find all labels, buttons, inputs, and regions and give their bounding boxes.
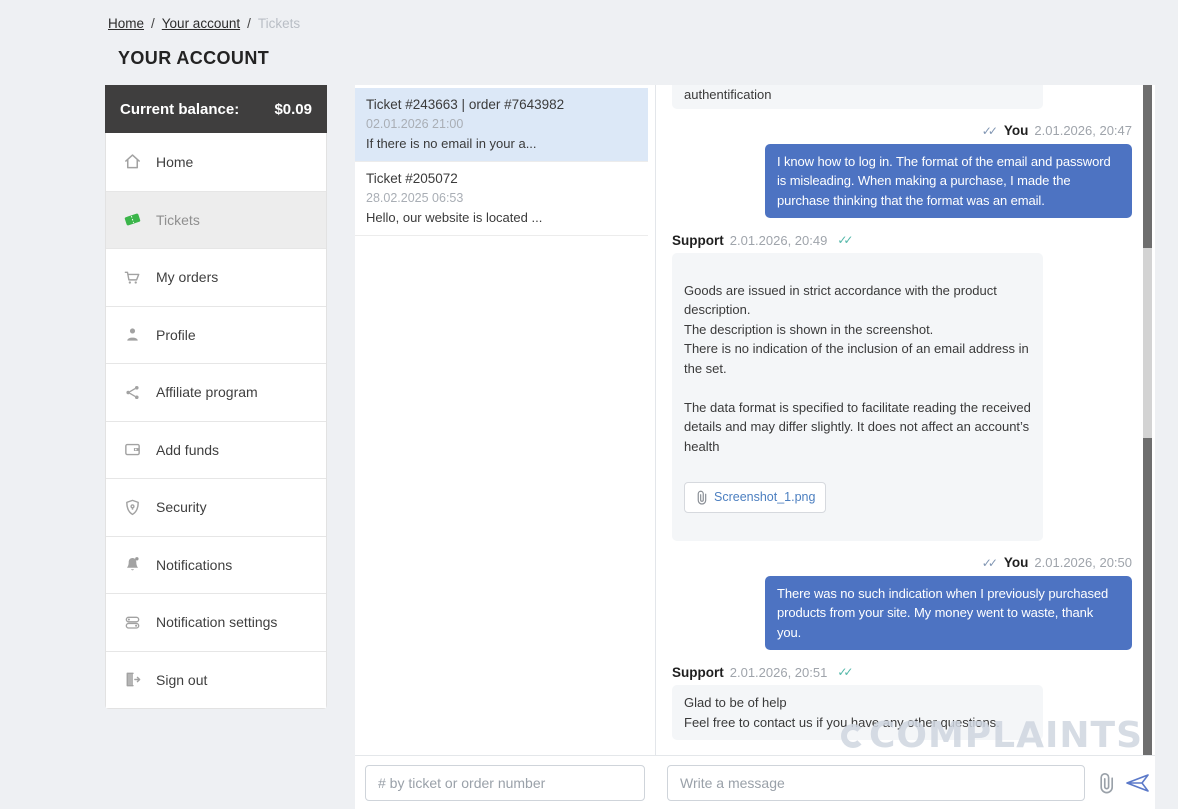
sidebar-item-label: Security xyxy=(156,499,207,515)
message-author: You xyxy=(1004,555,1029,570)
chat-scrollbar-thumb[interactable] xyxy=(1143,248,1152,438)
message-author: Support xyxy=(672,233,724,248)
sidebar-item-label: Notification settings xyxy=(156,614,277,630)
ticket-title: Ticket #205072 xyxy=(366,171,636,186)
balance-label: Current balance: xyxy=(120,101,239,118)
read-receipt-icon: ✓✓ xyxy=(982,124,998,138)
wallet-icon xyxy=(123,440,142,459)
sidebar-item-label: Notifications xyxy=(156,557,232,573)
your-account-page: Home / Your account / Tickets YOUR ACCOUNT C… xyxy=(0,0,1178,809)
breadcrumb: Home / Your account / Tickets xyxy=(108,16,300,31)
chat-message-you: There was no such indication when I prev… xyxy=(765,576,1132,651)
cart-icon xyxy=(123,268,142,287)
sidebar-item-label: Profile xyxy=(156,327,196,343)
sidebar-item-security[interactable]: Security xyxy=(106,478,326,536)
sidebar-item-add-funds[interactable]: Add funds xyxy=(106,421,326,479)
breadcrumb-current: Tickets xyxy=(258,16,300,31)
current-balance-header: Current balance: $0.09 xyxy=(105,85,327,133)
attachment-filename: Screenshot_1.png xyxy=(714,488,815,508)
ticket-search-input[interactable] xyxy=(365,765,645,801)
message-header-support: Support 2.01.2026, 20:49 ✓✓ xyxy=(672,230,1132,250)
ticket-snippet: If there is no email in your a... xyxy=(366,136,636,151)
sidebar-item-home[interactable]: Home xyxy=(106,133,326,191)
bottom-bar xyxy=(355,755,1155,809)
sidebar-item-label: Tickets xyxy=(156,212,200,228)
message-author: Support xyxy=(672,665,724,680)
user-icon xyxy=(123,325,142,344)
sidebar-menu: Home Tickets My orders Profile Affiliate… xyxy=(105,133,327,709)
bell-icon xyxy=(123,555,142,574)
shield-icon xyxy=(123,498,142,517)
sidebar-item-label: Add funds xyxy=(156,442,219,458)
message-author: You xyxy=(1004,123,1029,138)
message-time: 2.01.2026, 20:51 xyxy=(730,665,828,680)
send-message-button[interactable] xyxy=(1125,770,1151,796)
sidebar-item-label: My orders xyxy=(156,269,218,285)
breadcrumb-home-link[interactable]: Home xyxy=(108,16,144,31)
ticket-list-item[interactable]: Ticket #205072 28.02.2025 06:53 Hello, o… xyxy=(355,162,648,236)
read-receipt-icon: ✓✓ xyxy=(833,665,853,679)
message-header-you: ✓✓ You 2.01.2026, 20:50 xyxy=(672,553,1132,573)
ticket-date: 02.01.2026 21:00 xyxy=(366,117,636,131)
chat-message-support: Goods are issued in strict accordance wi… xyxy=(672,253,1043,541)
read-receipt-icon: ✓✓ xyxy=(982,556,998,570)
chat-message-support: Glad to be of help Feel free to contact … xyxy=(672,685,1043,740)
chat-message-you: I know how to log in. The format of the … xyxy=(765,144,1132,219)
message-text: Goods are issued in strict accordance wi… xyxy=(684,283,1031,454)
message-time: 2.01.2026, 20:47 xyxy=(1034,123,1132,138)
ticket-icon xyxy=(123,210,142,229)
attach-file-button[interactable] xyxy=(1093,770,1119,796)
message-header-you: ✓✓ You 2.01.2026, 20:47 xyxy=(672,121,1132,141)
ticket-title: Ticket #243663 | order #7643982 xyxy=(366,97,636,112)
breadcrumb-your-account-link[interactable]: Your account xyxy=(162,16,240,31)
page-title: YOUR ACCOUNT xyxy=(118,48,269,69)
ticket-date: 28.02.2025 06:53 xyxy=(366,191,636,205)
account-sidebar: Current balance: $0.09 Home Tickets My o… xyxy=(105,85,327,709)
ticket-snippet: Hello, our website is located ... xyxy=(366,210,636,225)
sign-out-icon xyxy=(123,670,142,689)
sidebar-item-notifications[interactable]: Notifications xyxy=(106,536,326,594)
paperclip-icon xyxy=(695,490,708,505)
sliders-icon xyxy=(123,613,142,632)
message-time: 2.01.2026, 20:49 xyxy=(730,233,828,248)
chat-message-support-partial: authentification xyxy=(672,85,1043,109)
sidebar-item-label: Home xyxy=(156,154,193,170)
sidebar-item-affiliate-program[interactable]: Affiliate program xyxy=(106,363,326,421)
share-icon xyxy=(123,383,142,402)
breadcrumb-separator: / xyxy=(247,16,251,31)
send-icon xyxy=(1125,772,1151,794)
sidebar-item-sign-out[interactable]: Sign out xyxy=(106,651,326,709)
attachment-link[interactable]: Screenshot_1.png xyxy=(684,482,826,514)
balance-value: $0.09 xyxy=(274,101,312,118)
sidebar-item-profile[interactable]: Profile xyxy=(106,306,326,364)
ticket-list: Ticket #243663 | order #7643982 02.01.20… xyxy=(355,85,655,755)
message-time: 2.01.2026, 20:50 xyxy=(1034,555,1132,570)
home-icon xyxy=(123,152,142,171)
sidebar-item-my-orders[interactable]: My orders xyxy=(106,248,326,306)
message-input[interactable] xyxy=(667,765,1085,801)
sidebar-item-notification-settings[interactable]: Notification settings xyxy=(106,593,326,651)
sidebar-item-label: Affiliate program xyxy=(156,384,258,400)
message-header-support: Support 2.01.2026, 20:51 ✓✓ xyxy=(672,662,1132,682)
chat-scrollbar[interactable] xyxy=(1143,85,1152,755)
chat-thread: authentification ✓✓ You 2.01.2026, 20:47… xyxy=(656,85,1155,755)
sidebar-item-tickets[interactable]: Tickets xyxy=(106,191,326,249)
ticket-list-item[interactable]: Ticket #243663 | order #7643982 02.01.20… xyxy=(355,88,648,162)
paperclip-icon xyxy=(1096,772,1116,794)
sidebar-item-label: Sign out xyxy=(156,672,207,688)
breadcrumb-separator: / xyxy=(151,16,155,31)
read-receipt-icon: ✓✓ xyxy=(833,233,853,247)
